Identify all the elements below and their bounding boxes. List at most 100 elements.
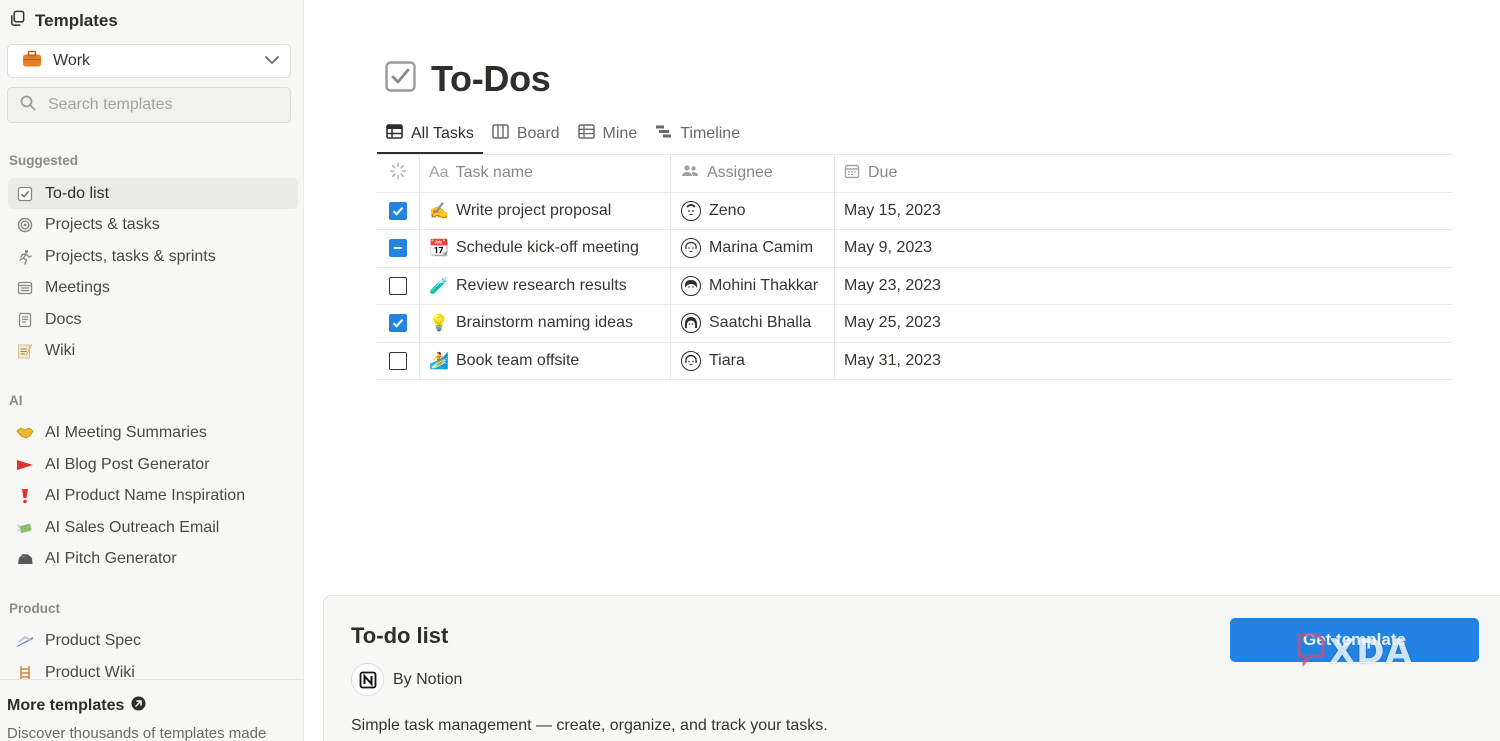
status-cell <box>376 305 420 342</box>
assignee-name: Marina Camim <box>709 239 814 257</box>
red-flag-icon <box>16 456 34 474</box>
column-label: Task name <box>455 164 533 182</box>
template-description: Simple task management — create, organiz… <box>351 717 828 734</box>
light-bulb-icon: 💡 <box>429 315 449 333</box>
search-input[interactable] <box>48 96 278 114</box>
sidebar-item-label: Projects & tasks <box>45 216 160 233</box>
task-name-cell[interactable]: 🧪 Review research results <box>420 267 671 304</box>
tab-all-tasks[interactable]: All Tasks <box>377 116 483 154</box>
table-header-row: Aa Task name Assignee Due <box>376 155 1452 193</box>
assignee-cell[interactable]: Saatchi Bhalla <box>671 305 835 342</box>
section-title-ai: AI <box>9 393 23 408</box>
due-cell[interactable]: May 25, 2023 <box>835 305 1452 342</box>
page-header: To-Dos <box>385 58 551 100</box>
board-icon <box>492 124 509 144</box>
xda-logo-icon <box>1296 632 1326 673</box>
calendar-list-icon <box>16 279 34 297</box>
search-icon <box>20 95 36 116</box>
category-label: Work <box>53 52 91 69</box>
sidebar-item-ai-sales-outreach-email[interactable]: AI Sales Outreach Email <box>8 512 298 543</box>
task-name-cell[interactable]: ✍️ Write project proposal <box>420 192 671 229</box>
assignee-cell[interactable]: Tiara <box>671 342 835 379</box>
page-title: To-Dos <box>431 58 551 99</box>
task-name-cell[interactable]: 🏄 Book team offsite <box>420 342 671 379</box>
assignee-column-header[interactable]: Assignee <box>671 155 835 192</box>
sidebar-item-to-do-list[interactable]: To-do list <box>8 178 298 209</box>
target-icon <box>16 216 34 234</box>
table-row: ✍️ Write project proposal Zeno May 15, 2… <box>376 192 1452 230</box>
sidebar-item-docs[interactable]: Docs <box>8 304 298 335</box>
task-checkbox[interactable] <box>388 239 407 258</box>
assignee-cell[interactable]: Zeno <box>671 192 835 229</box>
tab-label: Timeline <box>680 125 741 142</box>
tab-mine[interactable]: Mine <box>569 116 647 152</box>
surfer-icon: 🏄 <box>429 352 449 370</box>
assignee-name: Tiara <box>709 351 745 369</box>
due-cell[interactable]: May 31, 2023 <box>835 343 1452 380</box>
task-name-cell[interactable]: 💡 Brainstorm naming ideas <box>420 305 671 342</box>
test-tube-icon: 🧪 <box>429 277 449 295</box>
sidebar-item-product-spec[interactable]: Product Spec <box>8 626 298 657</box>
table-row: 💡 Brainstorm naming ideas Saatchi Bhalla… <box>376 305 1452 343</box>
section-title-product: Product <box>9 601 61 616</box>
sidebar-item-meetings[interactable]: Meetings <box>8 273 298 304</box>
sidebar-item-ai-pitch-generator[interactable]: AI Pitch Generator <box>8 544 298 575</box>
watermark-text: XDA <box>1329 632 1413 672</box>
sidebar-item-label: Projects, tasks & sprints <box>45 247 216 265</box>
sidebar-item-ai-meeting-summaries[interactable]: AI Meeting Summaries <box>8 418 298 449</box>
briefcase-icon <box>22 50 42 73</box>
due-cell[interactable]: May 23, 2023 <box>835 268 1452 305</box>
sidebar-item-projects-tasks-sprints[interactable]: Projects, tasks & sprints <box>8 241 298 272</box>
task-checkbox[interactable] <box>388 276 407 295</box>
sidebar-item-projects-tasks[interactable]: Projects & tasks <box>8 210 298 241</box>
chevron-down-icon <box>264 52 280 70</box>
assignee-cell[interactable]: Marina Camim <box>671 230 835 267</box>
sidebar-item-label: Wiki <box>45 342 76 359</box>
assignee-name: Mohini Thakkar <box>709 276 819 294</box>
table-icon <box>577 124 595 144</box>
due-cell[interactable]: May 9, 2023 <box>835 230 1452 267</box>
task-name: Schedule kick-off meeting <box>456 239 639 257</box>
due-column-header[interactable]: Due <box>835 155 1452 192</box>
view-tabs: All Tasks Board Mine Timeline <box>377 116 749 154</box>
avatar <box>681 200 701 221</box>
calendar-icon <box>844 163 860 184</box>
template-title: To-do list <box>351 623 449 648</box>
task-name-column-header[interactable]: Aa Task name <box>420 155 671 192</box>
tab-label: Board <box>516 125 560 142</box>
status-cell <box>376 342 420 379</box>
tab-board[interactable]: Board <box>483 116 569 152</box>
tab-timeline[interactable]: Timeline <box>646 116 749 152</box>
avatar <box>681 275 701 296</box>
sidebar-item-ai-product-name-inspiration[interactable]: AI Product Name Inspiration <box>8 481 298 512</box>
more-templates-description: Discover thousands of templates made <box>7 725 267 741</box>
task-name-cell[interactable]: 📆 Schedule kick-off meeting <box>420 230 671 267</box>
task-checkbox[interactable] <box>388 201 407 220</box>
task-checkbox[interactable] <box>388 314 407 333</box>
status-cell <box>376 192 420 229</box>
people-icon <box>681 164 699 183</box>
task-checkbox[interactable] <box>388 351 407 370</box>
due-cell[interactable]: May 15, 2023 <box>835 193 1452 230</box>
sidebar-item-ai-blog-post-generator[interactable]: AI Blog Post Generator <box>8 449 298 480</box>
sidebar-item-label: AI Product Name Inspiration <box>45 487 246 504</box>
section-title-suggested: Suggested <box>9 153 79 168</box>
sidebar-item-wiki[interactable]: Wiki <box>8 336 298 367</box>
search-box <box>7 87 291 123</box>
table-row: 🧪 Review research results Mohini Thakkar… <box>376 267 1452 305</box>
more-templates-link[interactable]: More templates <box>7 696 146 716</box>
templates-icon <box>9 10 26 32</box>
sidebar-item-label: Product Spec <box>45 632 142 649</box>
avatar <box>681 313 701 334</box>
category-dropdown[interactable]: Work <box>7 44 291 78</box>
sidebar-item-label: AI Meeting Summaries <box>45 424 207 441</box>
due-date: May 9, 2023 <box>844 239 933 257</box>
status-column-header[interactable] <box>376 155 420 192</box>
due-date: May 15, 2023 <box>844 201 941 219</box>
money-wings-icon <box>16 519 34 537</box>
runner-icon <box>16 248 34 266</box>
checkbox-icon <box>16 185 34 203</box>
task-name: Book team offsite <box>456 351 580 369</box>
avatar <box>681 238 701 259</box>
assignee-cell[interactable]: Mohini Thakkar <box>671 267 835 304</box>
